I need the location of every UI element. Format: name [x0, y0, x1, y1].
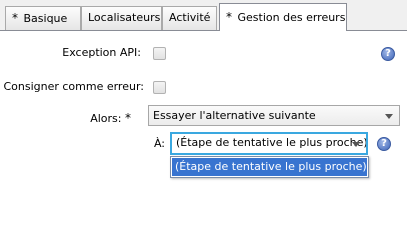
log-as-error-label: Consigner comme erreur:	[3, 80, 144, 93]
required-asterisk: *	[12, 11, 18, 25]
tab-label: Basique	[23, 12, 68, 25]
tab-bar: * Basique Localisateurs Activité * Gesti…	[0, 0, 407, 31]
then-label-text: Alors:	[90, 112, 122, 125]
required-asterisk: *	[226, 10, 232, 24]
help-glyph: ?	[385, 48, 391, 59]
help-icon[interactable]: ?	[381, 47, 395, 61]
chevron-down-icon	[385, 113, 393, 119]
to-label: À:	[153, 137, 165, 150]
dropdown-option[interactable]: (Étape de tentative le plus proche)	[172, 158, 367, 176]
tab-label: Gestion des erreurs	[237, 11, 346, 24]
to-dropdown-list: (Étape de tentative le plus proche)	[170, 156, 369, 178]
tab-basique[interactable]: * Basique	[5, 6, 81, 30]
tab-gestion-des-erreurs[interactable]: * Gestion des erreurs	[219, 3, 347, 31]
tab-label: Localisateurs	[88, 11, 161, 24]
api-exception-label: Exception API:	[62, 46, 141, 59]
required-asterisk: *	[125, 111, 131, 125]
then-select-value: Essayer l'alternative suivante	[153, 109, 316, 122]
tab-localisateurs[interactable]: Localisateurs	[81, 6, 162, 30]
then-select[interactable]: Essayer l'alternative suivante	[148, 105, 400, 126]
chevron-down-icon	[352, 141, 360, 147]
log-as-error-checkbox[interactable]	[153, 81, 166, 94]
help-icon[interactable]: ?	[377, 137, 391, 151]
tab-label: Activité	[169, 11, 211, 24]
to-select[interactable]: (Étape de tentative le plus proche)	[170, 132, 368, 155]
tab-activite[interactable]: Activité	[162, 6, 217, 30]
api-exception-checkbox[interactable]	[153, 47, 166, 60]
to-select-value: (Étape de tentative le plus proche)	[176, 136, 368, 149]
then-label: Alors: *	[90, 111, 131, 125]
help-glyph: ?	[381, 138, 387, 149]
